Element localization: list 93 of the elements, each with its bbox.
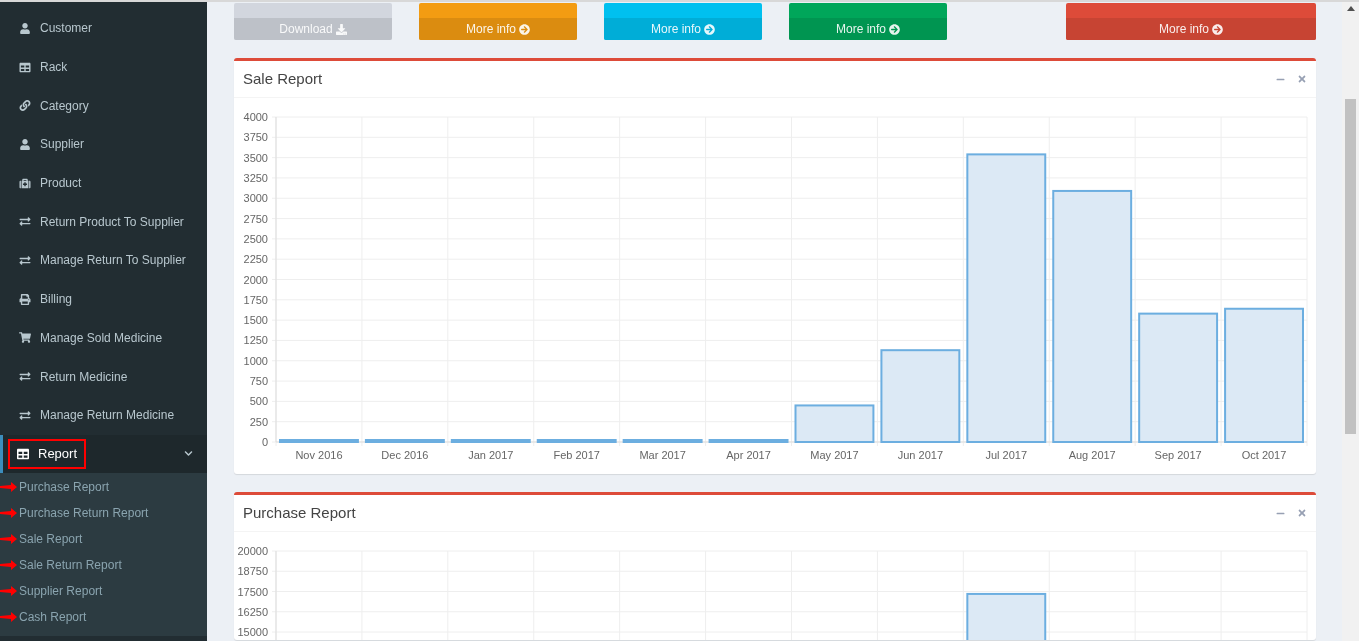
- link-icon: [19, 100, 31, 112]
- axis-tick-label: 2500: [243, 232, 268, 245]
- submenu-item[interactable]: Purchase Return Report: [19, 503, 149, 522]
- panel-title: Purchase Report: [243, 502, 356, 523]
- axis-tick-label: 15000: [237, 626, 268, 638]
- sidebar-item[interactable]: Manage Return Medicine: [0, 395, 207, 435]
- axis-tick-label: 20000: [237, 545, 268, 557]
- sidebar-item[interactable]: Supplier: [0, 125, 207, 164]
- user-icon: [19, 138, 31, 150]
- table-icon: [19, 61, 31, 73]
- sidebar-item-label: Return Product To Supplier: [40, 213, 184, 231]
- axis-tick-label: 1000: [243, 354, 268, 367]
- sidebar-item[interactable]: Rack: [0, 47, 207, 87]
- submenu-item[interactable]: Purchase Report: [19, 477, 110, 496]
- submenu-item[interactable]: Sale Report: [19, 529, 83, 548]
- submenu-item[interactable]: Sale Return Report: [19, 555, 122, 574]
- pointer-arrow-icon: [0, 611, 17, 622]
- medkit-icon: [19, 177, 31, 189]
- axis-tick-label: 17500: [237, 585, 268, 598]
- more-info-link[interactable]: More info: [1066, 18, 1316, 40]
- axis-tick-label: 1250: [243, 334, 268, 347]
- sidebar-item-label: Customer: [40, 20, 92, 38]
- axis-tick-label: 3750: [243, 131, 268, 144]
- pointer-arrow-icon: [0, 559, 17, 570]
- download-icon: [335, 23, 347, 35]
- exchange-arrows-icon: [19, 371, 31, 383]
- axis-tick-label: 1750: [243, 293, 268, 306]
- cart-icon: [19, 332, 31, 344]
- exchange-arrows-icon: [19, 216, 31, 228]
- axis-category-label: Jun 2017: [897, 449, 943, 461]
- sidebar-item[interactable]: Report: [0, 434, 207, 473]
- axis-tick-label: 2750: [243, 212, 268, 225]
- scroll-up-arrow-icon: [1346, 6, 1355, 11]
- axis-category-label: Nov 2016: [295, 449, 343, 461]
- sidebar-item[interactable]: Manage Return To Supplier: [0, 241, 207, 280]
- sidebar-item-label: Manage Return To Supplier: [40, 252, 186, 270]
- axis-category-label: Dec 2016: [381, 449, 429, 461]
- axis-tick-label: 18750: [237, 565, 268, 578]
- axis-tick-label: 250: [249, 415, 268, 428]
- axis-category-label: Aug 2017: [1068, 449, 1116, 461]
- sidebar-item[interactable]: Product: [0, 163, 207, 203]
- sidebar-item-label: Category: [40, 97, 89, 115]
- submenu-item[interactable]: Cash Report: [19, 607, 87, 626]
- axis-tick-label: 500: [249, 395, 268, 408]
- sidebar-item[interactable]: Customer: [0, 9, 207, 48]
- axis-tick-label: 4000: [243, 111, 268, 123]
- axis-tick-label: 2250: [243, 253, 268, 266]
- axis-tick-label: 2000: [243, 273, 268, 286]
- axis-category-label: May 2017: [810, 449, 859, 461]
- chevron-down-icon: [184, 449, 193, 459]
- table-icon: [17, 447, 29, 460]
- close-icon[interactable]: [1297, 508, 1307, 518]
- sidebar-item[interactable]: Return Product To Supplier: [0, 202, 207, 242]
- more-info-link[interactable]: More info: [789, 18, 947, 40]
- pointer-arrow-icon: [0, 533, 17, 544]
- scrollbar[interactable]: [1342, 2, 1359, 641]
- sidebar-item[interactable]: Billing: [0, 279, 207, 319]
- pointer-arrow-icon: [0, 507, 17, 518]
- sidebar-item[interactable]: Return Medicine: [0, 357, 207, 396]
- axis-category-label: Apr 2017: [726, 449, 771, 461]
- axis-category-label: Jul 2017: [985, 449, 1028, 461]
- pointer-arrow-icon: [0, 585, 17, 596]
- exchange-arrows-icon: [19, 409, 31, 421]
- sidebar-item-label: Return Medicine: [40, 368, 128, 386]
- printer-icon: [19, 293, 31, 305]
- axis-category-label: Mar 2017: [639, 449, 686, 461]
- user-icon: [19, 22, 31, 34]
- axis-tick-label: 16250: [237, 605, 268, 618]
- axis-tick-label: 3500: [243, 151, 268, 164]
- axis-category-label: Feb 2017: [553, 449, 600, 461]
- sidebar-item-label: Manage Sold Medicine: [40, 329, 163, 347]
- axis-category-label: Jan 2017: [468, 449, 514, 461]
- sidebar-item-label: Manage Return Medicine: [40, 407, 175, 425]
- sidebar-item-label: Product: [40, 175, 82, 193]
- axis-tick-label: 750: [249, 375, 268, 388]
- sidebar-item-label: Billing: [40, 291, 72, 309]
- axis-tick-label: 1500: [243, 314, 268, 327]
- exchange-arrows-icon: [19, 254, 31, 266]
- sidebar-item[interactable]: Manage Sold Medicine: [0, 318, 207, 358]
- sidebar-item-label: Rack: [40, 59, 68, 77]
- axis-category-label: Sep 2017: [1154, 449, 1202, 461]
- scrollbar-thumb[interactable]: [1345, 99, 1356, 434]
- submenu-item[interactable]: Supplier Report: [19, 581, 103, 600]
- pointer-arrow-icon: [0, 481, 17, 492]
- sidebar-item-label: Supplier: [40, 136, 85, 154]
- axis-tick-label: 0: [261, 436, 268, 448]
- panel-title: Sale Report: [243, 68, 323, 89]
- axis-category-label: Oct 2017: [1241, 449, 1287, 461]
- axis-tick-label: 3250: [243, 171, 268, 184]
- close-icon[interactable]: [1297, 74, 1307, 84]
- sidebar-item[interactable]: Category: [0, 86, 207, 126]
- axis-tick-label: 3000: [243, 192, 268, 205]
- sidebar-item-label: Report: [38, 444, 78, 463]
